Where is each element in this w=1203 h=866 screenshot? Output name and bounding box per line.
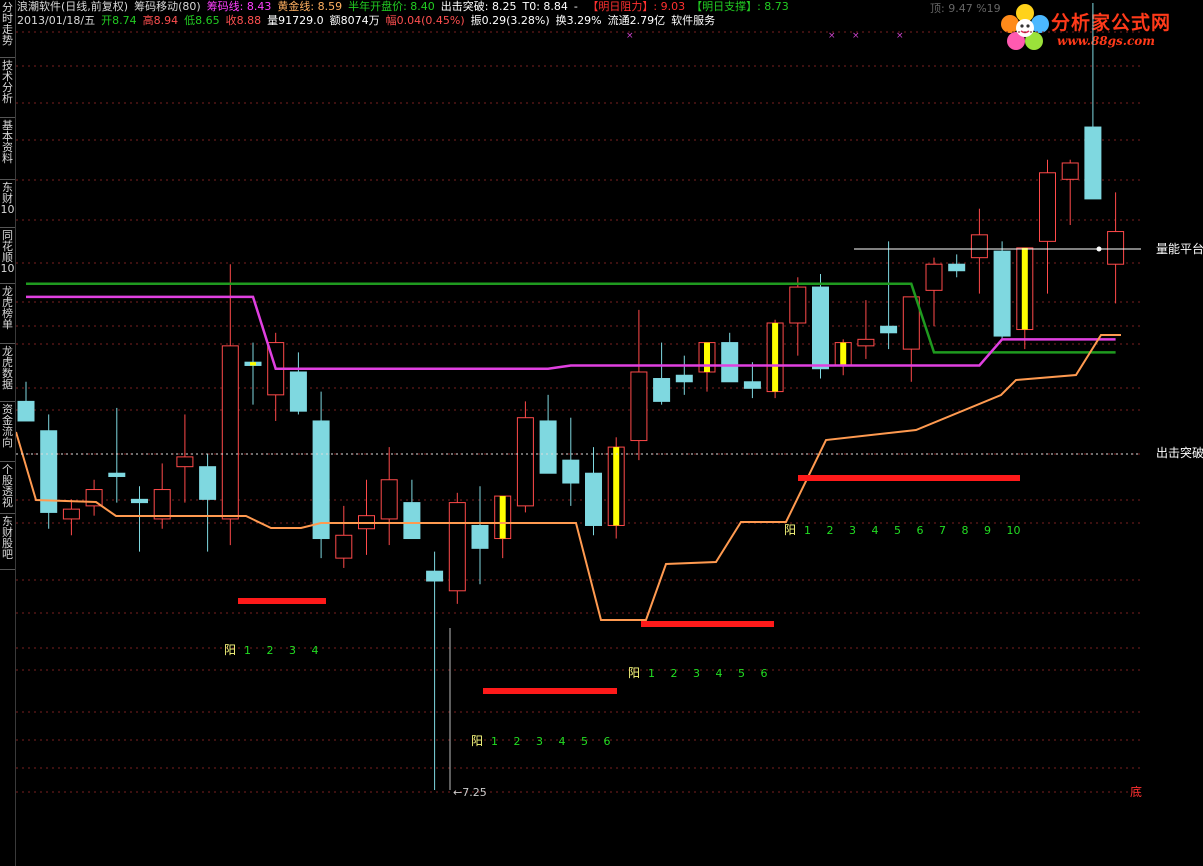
candle-highlight (250, 362, 256, 366)
counter-number: 3 (693, 667, 700, 680)
candle-body (62, 508, 80, 520)
candle-body (1084, 126, 1102, 200)
counter-yang-label: 阳 (784, 523, 796, 537)
candle-body (426, 570, 444, 582)
candle-body (335, 534, 353, 559)
candle-body (970, 234, 988, 259)
sidebar-tab-8[interactable]: 资金流向 (0, 402, 15, 462)
sidebar-tab-4[interactable]: 东财10 (0, 180, 15, 228)
candle-highlight (1021, 247, 1028, 330)
candle-body (925, 263, 943, 291)
counter-number: 2 (267, 644, 274, 657)
candle-body (312, 420, 330, 540)
volume-platform-label: 量能平台 (1156, 241, 1203, 256)
candle-body (516, 417, 534, 507)
candle-body (131, 498, 148, 504)
counter-yang-label: 阳 (471, 734, 483, 748)
marker-x: × (626, 31, 634, 41)
candle-body (221, 345, 239, 520)
marker-x: × (896, 31, 904, 41)
candle-body (857, 338, 875, 347)
candle-highlight (840, 342, 847, 366)
breakout-label: 出击突破 (1156, 445, 1203, 460)
candle-body (948, 263, 966, 272)
counter-number: 6 (917, 524, 924, 537)
candle-body (153, 489, 171, 520)
candle-body (630, 371, 648, 442)
candle-body (17, 400, 35, 422)
counter-number: 9 (984, 524, 991, 537)
candle-body (108, 472, 126, 477)
sidebar-tab-6[interactable]: 龙虎榜单 (0, 284, 15, 344)
candlestick-chart[interactable]: 阳 1 2 3 4阳 1 2 3 4 5 6阳 1 2 3 4 5 6阳 1 2 3 4 5 6 7 8 9 10量能平台出击突破底… (16, 0, 1203, 866)
counter-number: 4 (716, 667, 723, 680)
marker-x: × (828, 31, 836, 41)
candle-body (289, 371, 307, 412)
candle-body (199, 466, 217, 500)
counter-number: 1 (804, 524, 811, 537)
counter-number: 4 (559, 735, 566, 748)
candle-body (880, 325, 898, 334)
counter-number: 5 (581, 735, 588, 748)
green-line (26, 282, 1116, 354)
candle-highlight (499, 496, 506, 539)
candle-body (789, 286, 807, 324)
candle-body (176, 456, 194, 468)
candle-highlight (613, 447, 620, 526)
sidebar-tab-2[interactable]: 技术分析 (0, 58, 15, 118)
candle-body (743, 381, 761, 389)
counter-number: 4 (312, 644, 319, 657)
candle-highlight (704, 342, 710, 372)
sidebar-tab-5[interactable]: 同花顺10 (0, 228, 15, 284)
candle-body (585, 472, 602, 526)
candle-body (448, 502, 466, 592)
counter-number: 2 (514, 735, 521, 748)
candle-body (812, 286, 829, 370)
volume-platform-dot (1096, 246, 1102, 252)
candle-body (403, 502, 421, 540)
sidebar: 分时走势 技术分析 基本资料 东财10 同花顺10 龙虎榜单 龙虎数据 资金流向 个股透视 东财股… (0, 0, 16, 866)
candle-body (380, 479, 398, 520)
candle-body (562, 459, 580, 484)
sidebar-tab-1[interactable]: 分时走势 (0, 0, 15, 58)
counter-number: 10 (1007, 524, 1021, 537)
counter-number: 1 (491, 735, 498, 748)
counter-number: 5 (738, 667, 745, 680)
candle-body (471, 524, 489, 549)
counter-yang-label: 阳 (628, 666, 640, 680)
candle-highlight (772, 322, 779, 392)
counter-number: 2 (827, 524, 834, 537)
candle-body (675, 374, 693, 383)
magenta-line (26, 295, 1116, 370)
marker-x: × (852, 31, 860, 41)
counter-number: 8 (962, 524, 969, 537)
counter-number: 3 (536, 735, 543, 748)
bottom-label: 底 (1130, 784, 1142, 799)
candle-body (539, 420, 557, 474)
candle-body (721, 342, 739, 383)
counter-number: 5 (894, 524, 901, 537)
counter-number: 7 (939, 524, 946, 537)
candle-body (993, 250, 1011, 337)
candle-body (1039, 172, 1056, 242)
sidebar-tab-9[interactable]: 个股透视 (0, 462, 15, 514)
counter-number: 4 (872, 524, 879, 537)
counter-number: 2 (671, 667, 678, 680)
low-price-label: ←7.25 (453, 786, 487, 799)
sidebar-tab-7[interactable]: 龙虎数据 (0, 344, 15, 402)
counter-number: 3 (289, 644, 296, 657)
counter-number: 1 (648, 667, 655, 680)
candle-body (1107, 231, 1125, 265)
candle-body (902, 296, 920, 350)
sidebar-tab-3[interactable]: 基本资料 (0, 118, 15, 180)
candle-body (653, 378, 671, 402)
counter-number: 6 (761, 667, 768, 680)
counter-number: 3 (849, 524, 856, 537)
sidebar-tab-10[interactable]: 东财股吧 (0, 514, 15, 570)
candle-body (1061, 162, 1079, 180)
counter-number: 1 (244, 644, 251, 657)
counter-number: 6 (604, 735, 611, 748)
counter-yang-label: 阳 (224, 643, 236, 657)
